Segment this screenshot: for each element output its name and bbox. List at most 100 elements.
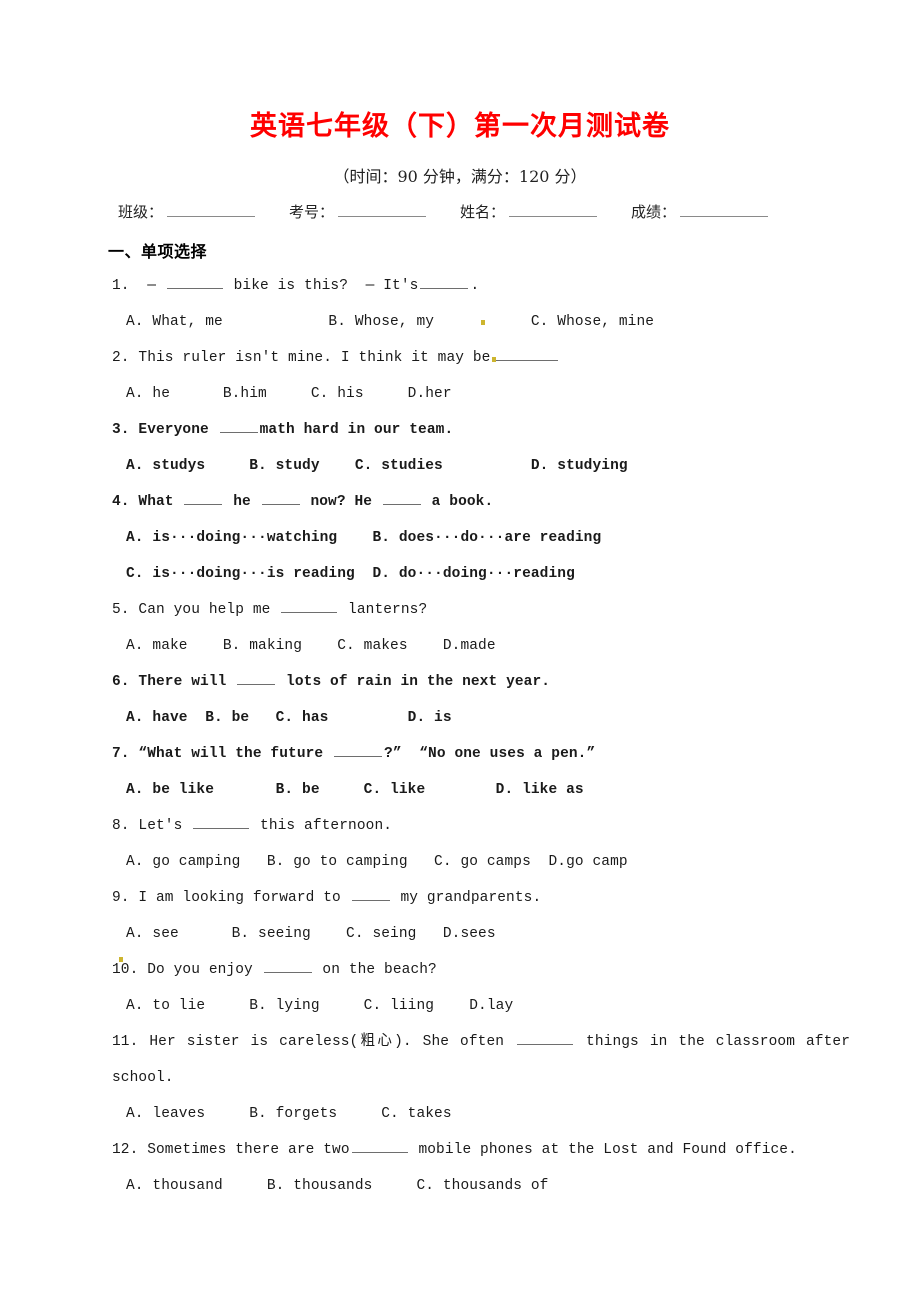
question-8-options[interactable]: A. go camping B. go to camping C. go cam… xyxy=(0,844,920,880)
exam-subtitle: （时间：90 分钟，满分：120 分） xyxy=(333,167,587,186)
question-10-options[interactable]: A. to lie B. lying C. liing D.lay xyxy=(0,988,920,1024)
scan-speck-artifact-q10-number xyxy=(119,957,123,962)
question-1-stem: 1. — bike is this? — It's. xyxy=(0,268,920,304)
question-2-stem-before: 2. This ruler isn't mine. I think it may… xyxy=(112,350,491,366)
question-1: 1. — bike is this? — It's. A. What, me B… xyxy=(0,268,920,340)
question-9-stem-after: my grandparents. xyxy=(391,890,542,906)
question-10-blank-1[interactable] xyxy=(263,959,312,973)
question-4-options-row-2[interactable]: C. is···doing···is reading D. do···doing… xyxy=(0,556,920,592)
question-7-stem: 7. “What will the future ?” “No one uses… xyxy=(0,736,920,772)
question-6-stem-after: lots of rain in the next year. xyxy=(277,674,551,690)
question-4-stem-after: a book. xyxy=(422,494,494,510)
question-2: 2. This ruler isn't mine. I think it may… xyxy=(0,340,920,412)
field-exam-number-blank[interactable] xyxy=(338,203,427,217)
question-9-blank-1[interactable] xyxy=(351,887,390,901)
question-3: 3. Everyone math hard in our team. A. st… xyxy=(0,412,920,484)
question-6-stem-before: 6. There will xyxy=(112,674,236,690)
question-7-blank-1[interactable] xyxy=(334,743,383,757)
question-11-blank-1[interactable] xyxy=(517,1031,574,1045)
field-class-label: 班级： xyxy=(118,203,164,221)
question-5-stem-after: lanterns? xyxy=(339,602,428,618)
question-4-blank-1[interactable] xyxy=(184,491,223,505)
question-12: 12. Sometimes there are two mobile phone… xyxy=(0,1132,920,1204)
field-class: 班级： xyxy=(118,201,261,222)
question-6: 6. There will lots of rain in the next y… xyxy=(0,664,920,736)
field-exam-number-label: 考号： xyxy=(289,203,335,221)
scan-speck-artifact-q1-optionC xyxy=(481,320,485,325)
question-2-stem: 2. This ruler isn't mine. I think it may… xyxy=(0,340,920,376)
question-3-options-text: A. studys B. study C. studies D. studyin… xyxy=(126,458,628,474)
question-11-stem: 11. Her sister is careless(粗心). She ofte… xyxy=(0,1024,920,1096)
question-12-options-text: A. thousand B. thousands C. thousands of xyxy=(126,1178,549,1194)
question-8-stem: 8. Let's this afternoon. xyxy=(0,808,920,844)
question-4: 4. What he now? He a book. A. is···doing… xyxy=(0,484,920,592)
question-7-stem-before: 7. “What will the future xyxy=(112,746,333,762)
question-5-stem-before: 5. Can you help me xyxy=(112,602,280,618)
field-name-label: 姓名： xyxy=(460,203,506,221)
question-12-blank-1[interactable] xyxy=(351,1139,408,1153)
question-3-stem-after: math hard in our team. xyxy=(259,422,454,438)
question-10-options-text: A. to lie B. lying C. liing D.lay xyxy=(126,998,514,1014)
question-9-options-text: A. see B. seeing C. seing D.sees xyxy=(126,926,496,942)
question-3-stem-before: 3. Everyone xyxy=(112,422,218,438)
field-name: 姓名： xyxy=(460,201,603,222)
question-8-stem-before: 8. Let's xyxy=(112,818,192,834)
question-9: 9. I am looking forward to my grandparen… xyxy=(0,880,920,952)
section-heading-multiple-choice: 一、单项选择 xyxy=(108,242,208,261)
question-1-blank-1[interactable] xyxy=(166,275,223,289)
field-score-label: 成绩： xyxy=(631,203,677,221)
question-5: 5. Can you help me lanterns? A. make B. … xyxy=(0,592,920,664)
question-1-blank-2[interactable] xyxy=(420,275,469,289)
question-5-blank-1[interactable] xyxy=(281,599,338,613)
field-name-blank[interactable] xyxy=(509,203,598,217)
question-8-blank-1[interactable] xyxy=(193,815,250,829)
question-11-options[interactable]: A. leaves B. forgets C. takes xyxy=(0,1096,920,1132)
question-4-blank-3[interactable] xyxy=(382,491,421,505)
question-9-options[interactable]: A. see B. seeing C. seing D.sees xyxy=(0,916,920,952)
question-3-blank-1[interactable] xyxy=(219,419,258,433)
question-8: 8. Let's this afternoon. A. go camping B… xyxy=(0,808,920,880)
question-8-stem-after: this afternoon. xyxy=(251,818,393,834)
question-4-stem-mid1: he xyxy=(224,494,260,510)
question-5-options-text: A. make B. making C. makes D.made xyxy=(126,638,496,654)
question-12-options[interactable]: A. thousand B. thousands C. thousands of xyxy=(0,1168,920,1204)
question-1-stem-after: bike is this? — It's xyxy=(224,278,419,294)
question-5-options[interactable]: A. make B. making C. makes D.made xyxy=(0,628,920,664)
page-title: 英语七年级（下）第一次月测试卷 xyxy=(250,111,670,142)
question-9-stem-before: 9. I am looking forward to xyxy=(112,890,350,906)
question-1-stem-before: 1. — xyxy=(112,278,165,294)
question-8-options-text: A. go camping B. go to camping C. go cam… xyxy=(126,854,628,870)
question-11-options-text: A. leaves B. forgets C. takes xyxy=(126,1106,452,1122)
question-12-stem-before: 12. Sometimes there are two xyxy=(112,1142,350,1158)
question-9-stem: 9. I am looking forward to my grandparen… xyxy=(0,880,920,916)
question-10-stem-before: 10. Do you enjoy xyxy=(112,962,262,978)
question-5-stem: 5. Can you help me lanterns? xyxy=(0,592,920,628)
question-2-options-text: A. he B.him C. his D.her xyxy=(126,386,452,402)
scan-speck-artifact-q2-blank xyxy=(492,357,496,362)
question-10-stem-after: on the beach? xyxy=(313,962,437,978)
field-class-blank[interactable] xyxy=(167,203,256,217)
question-10: 10. Do you enjoy on the beach? A. to lie… xyxy=(0,952,920,1024)
question-7-options[interactable]: A. be like B. be C. like D. like as xyxy=(0,772,920,808)
field-score: 成绩： xyxy=(631,201,774,222)
student-info-line: 班级： 考号： 姓名： 成绩： xyxy=(118,201,818,222)
question-11: 11. Her sister is careless(粗心). She ofte… xyxy=(0,1024,920,1132)
question-4-stem-mid2: now? He xyxy=(301,494,381,510)
question-6-blank-1[interactable] xyxy=(237,671,276,685)
question-12-stem-after: mobile phones at the Lost and Found offi… xyxy=(409,1142,797,1158)
question-2-options[interactable]: A. he B.him C. his D.her xyxy=(0,376,920,412)
question-4-stem: 4. What he now? He a book. xyxy=(0,484,920,520)
field-exam-number: 考号： xyxy=(289,201,432,222)
question-2-blank-1[interactable] xyxy=(492,347,559,361)
question-1-stem-end: . xyxy=(470,278,480,294)
question-1-options[interactable]: A. What, me B. Whose, my C. Whose, mine xyxy=(0,304,920,340)
question-3-options[interactable]: A. studys B. study C. studies D. studyin… xyxy=(0,448,920,484)
question-4-options-text-1: A. is···doing···watching B. does···do···… xyxy=(126,530,602,546)
field-score-blank[interactable] xyxy=(680,203,769,217)
question-4-options-text-2: C. is···doing···is reading D. do···doing… xyxy=(126,566,575,582)
question-6-options[interactable]: A. have B. be C. has D. is xyxy=(0,700,920,736)
question-4-blank-2[interactable] xyxy=(261,491,300,505)
question-4-options-row-1[interactable]: A. is···doing···watching B. does···do···… xyxy=(0,520,920,556)
question-6-stem: 6. There will lots of rain in the next y… xyxy=(0,664,920,700)
question-7-stem-after: ?” “No one uses a pen.” xyxy=(384,746,596,762)
